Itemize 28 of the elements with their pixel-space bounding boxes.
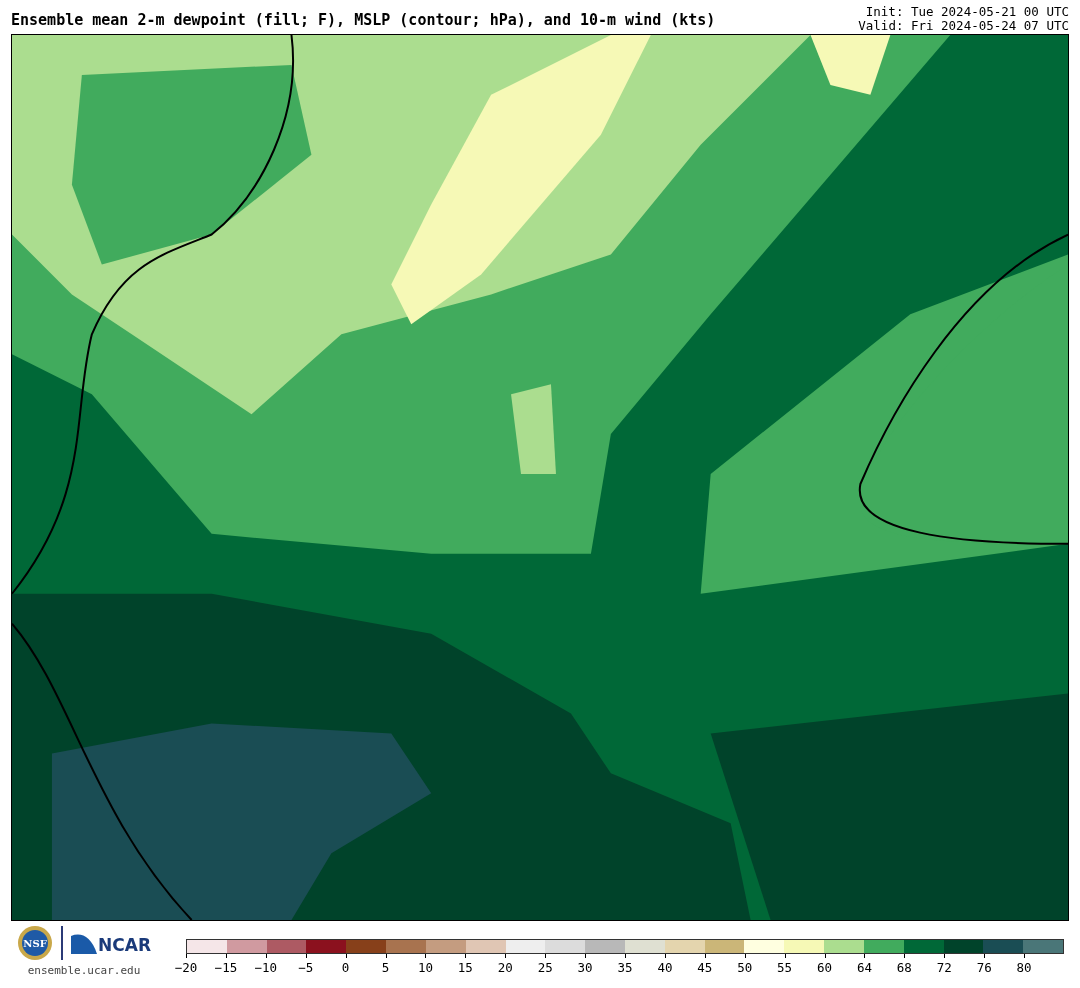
tick-label: 40 <box>657 960 673 975</box>
tick-label: 76 <box>976 960 992 975</box>
tick-label: 5 <box>381 960 390 975</box>
tick-label: 60 <box>817 960 833 975</box>
time-label: Init: Tue 2024-05-21 00 UTC <box>865 5 1069 19</box>
tick-label: 20 <box>497 960 513 975</box>
tick-label: 0 <box>341 960 350 975</box>
tick-label: 45 <box>697 960 713 975</box>
tick-label: 25 <box>537 960 553 975</box>
tick-label: 50 <box>737 960 753 975</box>
tick-label: 30 <box>577 960 593 975</box>
url-text: ensemble.ucar.edu <box>27 964 141 977</box>
tick-label: 55 <box>777 960 793 975</box>
tick-label: 10 <box>417 960 433 975</box>
tick-label: −20 <box>174 960 198 975</box>
tick-label: −15 <box>214 960 238 975</box>
time-label: Valid: Fri 2024-05-24 07 UTC <box>858 19 1069 33</box>
tick-label: 35 <box>617 960 633 975</box>
tick-label: 64 <box>856 960 872 975</box>
chart-title: Ensemble mean 2-m dewpoint (fill; F), MSLP (contour; hPa), and 10-m wind (kts) <box>11 11 716 31</box>
ncar-logo: NCAR <box>71 932 151 954</box>
tick-label: 72 <box>936 960 952 975</box>
tick-label: −10 <box>254 960 278 975</box>
tick-label: −5 <box>298 960 314 975</box>
tick-label: 15 <box>457 960 473 975</box>
tick-label: 68 <box>896 960 912 975</box>
tick-label: 80 <box>1016 960 1032 975</box>
nsf-logo: NSF <box>17 925 53 961</box>
